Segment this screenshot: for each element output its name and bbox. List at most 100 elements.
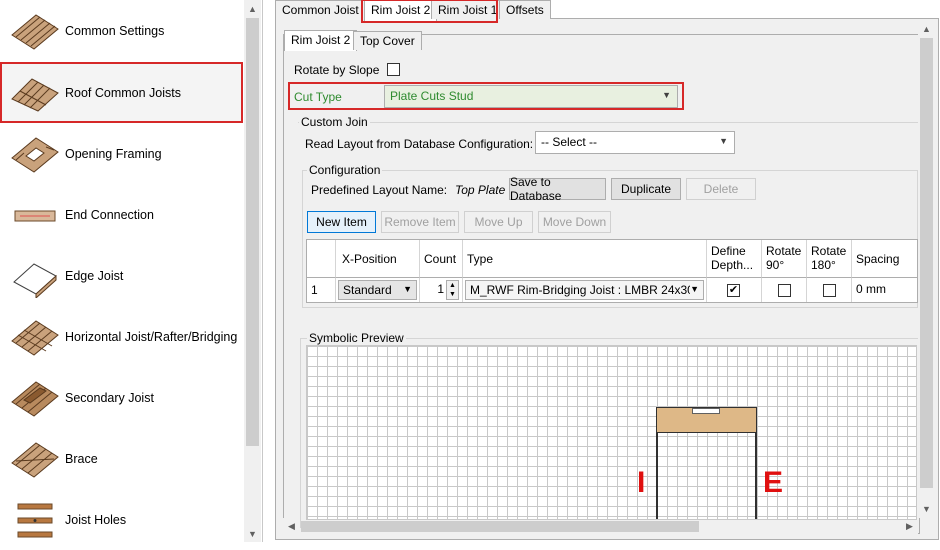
sidebar-item-label: Roof Common Joists <box>65 85 182 100</box>
opening-framing-icon <box>11 136 59 173</box>
define-depth-checkbox[interactable]: ✔ <box>727 284 740 297</box>
symbolic-preview-title: Symbolic Preview <box>307 331 406 345</box>
sidebar-item-roof-common-joists[interactable]: Roof Common Joists <box>0 62 243 123</box>
type-value: M_RWF Rim-Bridging Joist : LMBR 24x30 <box>470 283 694 297</box>
tab-offsets[interactable]: Offsets <box>499 0 551 19</box>
button-label: Remove Item <box>384 215 456 229</box>
duplicate-button[interactable]: Duplicate <box>611 178 681 200</box>
scrollbar-thumb[interactable] <box>246 18 259 446</box>
save-to-database-button[interactable]: Save to Database <box>509 175 606 203</box>
end-connection-icon <box>14 210 56 221</box>
type-select[interactable]: M_RWF Rim-Bridging Joist : LMBR 24x30 ▼ <box>465 280 704 300</box>
column-header-spacing[interactable]: Spacing <box>852 240 917 278</box>
column-header-rotate-90[interactable]: Rotate 90° <box>762 240 807 278</box>
exterior-marker: E <box>763 466 784 499</box>
roof-joist-icon <box>11 77 59 112</box>
spacing-cell[interactable]: 0 mm <box>852 278 917 302</box>
cut-type-select[interactable]: Plate Cuts Stud ▼ <box>384 85 678 108</box>
tab-rim-joist-1[interactable]: Rim Joist 1 <box>431 0 505 19</box>
rotate-90-checkbox[interactable] <box>778 284 791 297</box>
read-layout-value: -- Select -- <box>541 135 598 149</box>
button-label: Duplicate <box>620 182 672 196</box>
table-row: Standard ▼ <box>336 278 420 302</box>
scroll-left-icon[interactable]: ◀ <box>283 518 300 535</box>
tab-label: Rim Joist 2 <box>371 3 431 17</box>
tab-label: Top Cover <box>360 34 415 48</box>
sidebar-item-horizontal-joist[interactable]: Horizontal Joist/Rafter/Bridging <box>0 306 243 367</box>
content-scrollbar[interactable]: ▲ ▼ <box>918 20 935 518</box>
scroll-down-icon[interactable]: ▼ <box>918 500 935 517</box>
sidebar-item-label: End Connection <box>65 207 154 222</box>
rotate-180-checkbox[interactable] <box>823 284 836 297</box>
sidebar-item-label: Common Settings <box>65 23 165 38</box>
remove-item-button[interactable]: Remove Item <box>381 211 459 233</box>
sidebar-item-opening-framing[interactable]: Opening Framing <box>0 123 243 184</box>
edge-joist-icon <box>13 262 57 298</box>
spacing-value: 0 mm <box>856 282 886 296</box>
button-label: New Item <box>316 215 367 229</box>
delete-button[interactable]: Delete <box>686 178 756 200</box>
move-down-button[interactable]: Move Down <box>538 211 611 233</box>
rotate-by-slope-checkbox[interactable] <box>387 63 400 76</box>
tab-rim-joist-2-sub[interactable]: Rim Joist 2 <box>284 30 358 51</box>
sidebar-item-label: Secondary Joist <box>65 390 154 405</box>
scrollbar-thumb[interactable] <box>920 38 933 488</box>
tab-common-joist[interactable]: Common Joist <box>275 0 366 19</box>
button-label: Delete <box>703 182 739 196</box>
count-cell: 1 ▲ ▼ <box>420 278 463 302</box>
symbolic-preview-canvas: I E <box>306 345 917 520</box>
sidebar-item-brace[interactable]: Brace <box>0 428 243 489</box>
chevron-down-icon: ▼ <box>403 284 412 294</box>
read-layout-label: Read Layout from Database Configuration: <box>305 137 534 151</box>
scroll-down-icon[interactable]: ▼ <box>244 525 261 542</box>
tab-label: Rim Joist 2 <box>291 33 351 47</box>
column-header-type[interactable]: Type <box>463 240 707 278</box>
secondary-joist-icon <box>11 380 59 417</box>
read-layout-select[interactable]: -- Select -- ▼ <box>535 131 735 154</box>
tab-top-cover[interactable]: Top Cover <box>353 31 422 50</box>
count-value: 1 <box>437 282 444 296</box>
plate-marker <box>692 408 720 414</box>
category-panel: Common Settings Roof Common Joists Openi… <box>0 0 263 542</box>
new-item-button[interactable]: New Item <box>307 211 376 233</box>
layout-grid: X-Position Count Type Define Depth... Ro… <box>306 239 918 303</box>
scroll-up-icon[interactable]: ▲ <box>244 0 261 17</box>
stepper-arrows-icon[interactable]: ▲ ▼ <box>446 280 459 300</box>
rotate-by-slope-label: Rotate by Slope <box>294 63 380 77</box>
predefined-layout-label: Predefined Layout Name: <box>311 183 448 197</box>
predefined-layout-value: Top Plate <box>455 183 506 197</box>
sidebar-item-label: Joist Holes <box>65 512 127 527</box>
tab-rim-joist-2[interactable]: Rim Joist 2 <box>364 0 438 21</box>
sidebar-scrollbar[interactable]: ▲ ▼ <box>244 0 261 542</box>
type-cell: M_RWF Rim-Bridging Joist : LMBR 24x30 ▼ <box>463 278 707 302</box>
sidebar-item-common-settings[interactable]: Common Settings <box>0 0 243 61</box>
sidebar-item-end-connection[interactable]: End Connection <box>0 184 243 245</box>
column-header-rotate-180[interactable]: Rotate 180° <box>807 240 852 278</box>
x-position-select[interactable]: Standard ▼ <box>338 280 417 300</box>
button-label: Move Up <box>474 215 523 229</box>
count-stepper[interactable]: 1 ▲ ▼ <box>422 280 460 300</box>
tab-label: Rim Joist 1 <box>438 3 498 17</box>
sidebar-item-joist-holes[interactable]: Joist Holes <box>0 489 243 550</box>
joist-grid-icon <box>11 13 59 50</box>
column-header-define-depth[interactable]: Define Depth... <box>707 240 762 278</box>
cut-type-label: Cut Type <box>294 90 342 104</box>
sidebar-item-label: Brace <box>65 451 98 466</box>
sidebar-item-edge-joist[interactable]: Edge Joist <box>0 245 243 306</box>
column-header-count[interactable]: Count <box>420 240 463 278</box>
cut-type-value: Plate Cuts Stud <box>390 89 474 103</box>
x-position-value: Standard <box>343 283 392 297</box>
row-header-corner <box>307 240 336 278</box>
interior-marker: I <box>637 466 646 499</box>
column-header-x-position[interactable]: X-Position <box>336 240 420 278</box>
joist-holes-icon <box>17 503 53 537</box>
tab-label: Common Joist <box>282 3 359 17</box>
move-up-button[interactable]: Move Up <box>464 211 533 233</box>
sidebar-item-secondary-joist[interactable]: Secondary Joist <box>0 367 243 428</box>
chevron-down-icon: ▼ <box>662 90 671 100</box>
brace-icon <box>11 441 59 478</box>
scroll-up-icon[interactable]: ▲ <box>918 20 935 37</box>
sidebar-item-label: Horizontal Joist/Rafter/Bridging <box>65 329 238 344</box>
button-label: Move Down <box>542 215 607 229</box>
row-index: 1 <box>307 278 336 302</box>
